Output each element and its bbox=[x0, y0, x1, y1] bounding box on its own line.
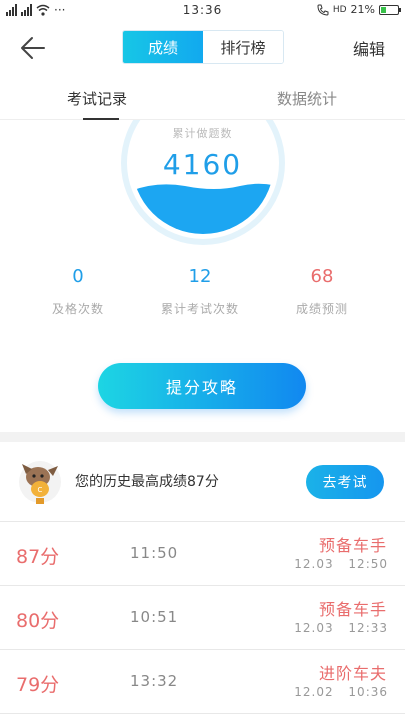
record-duration: 10:51 bbox=[130, 608, 179, 626]
svg-text:C: C bbox=[38, 486, 43, 494]
battery-icon bbox=[379, 4, 401, 15]
record-date: 12.03 12:50 bbox=[294, 557, 388, 571]
gauge-value: 4160 bbox=[162, 148, 243, 181]
status-right: HD 21% bbox=[317, 3, 401, 16]
mascot-avatar: C bbox=[19, 461, 61, 504]
record-rank: 预备车手 bbox=[318, 600, 387, 619]
back-arrow-icon bbox=[21, 37, 45, 59]
best-score-text: 您的历史最高成绩87分 bbox=[75, 474, 219, 490]
record-rank: 预备车手 bbox=[318, 536, 387, 555]
stat-value: 68 bbox=[310, 266, 334, 287]
stat-label: 累计考试次数 bbox=[160, 302, 239, 316]
exam-record-row[interactable]: 79分 13:32 进阶车夫 12.02 10:36 bbox=[0, 650, 405, 714]
stat-score-prediction: 68 成绩预测 bbox=[267, 262, 377, 317]
section-divider bbox=[0, 432, 405, 442]
stat-label: 成绩预测 bbox=[295, 302, 348, 316]
stats-row: 0 及格次数 12 累计考试次数 68 成绩预测 bbox=[0, 262, 405, 332]
progress-gauge: 累计做题数 4160 bbox=[0, 120, 405, 260]
tab-exam-records[interactable]: 考试记录 bbox=[67, 88, 127, 109]
tab-statistics[interactable]: 数据统计 bbox=[277, 88, 337, 109]
stat-label: 及格次数 bbox=[51, 302, 104, 316]
tab-ranking[interactable]: 排行榜 bbox=[203, 31, 283, 63]
exam-record-row[interactable]: 87分 11:50 预备车手 12.03 12:50 bbox=[0, 522, 405, 586]
status-bar: ··· 13:36 HD 21% bbox=[0, 0, 405, 22]
record-duration: 11:50 bbox=[130, 544, 179, 562]
gauge-label: 累计做题数 bbox=[172, 127, 233, 140]
header: 成绩 排行榜 编辑 bbox=[0, 22, 405, 74]
take-exam-button[interactable]: 去考试 bbox=[306, 465, 384, 499]
record-score: 80分 bbox=[16, 610, 60, 632]
exam-record-row[interactable]: 80分 10:51 预备车手 12.03 12:33 bbox=[0, 586, 405, 650]
record-rank: 进阶车夫 bbox=[318, 664, 387, 683]
network-label: HD bbox=[332, 4, 347, 15]
subtabs: 考试记录 数据统计 bbox=[0, 80, 405, 120]
best-score-row: C 您的历史最高成绩87分 去考试 bbox=[0, 442, 405, 522]
score-tips-button[interactable]: 提分攻略 bbox=[98, 363, 306, 409]
record-score: 79分 bbox=[16, 674, 60, 696]
record-duration: 13:32 bbox=[130, 672, 179, 690]
stat-value: 0 bbox=[72, 266, 84, 287]
segmented-control: 成绩 排行榜 bbox=[122, 30, 284, 64]
stat-pass-count: 0 及格次数 bbox=[23, 262, 133, 317]
stat-exam-count: 12 累计考试次数 bbox=[145, 262, 255, 317]
phone-icon bbox=[317, 4, 329, 16]
record-score: 87分 bbox=[16, 546, 60, 568]
record-date: 12.02 10:36 bbox=[294, 685, 388, 699]
edit-button[interactable]: 编辑 bbox=[353, 36, 385, 60]
tab-score[interactable]: 成绩 bbox=[123, 31, 203, 63]
gauge-graphic bbox=[121, 120, 285, 245]
back-button[interactable] bbox=[18, 34, 48, 62]
stat-value: 12 bbox=[188, 266, 212, 287]
record-date: 12.03 12:33 bbox=[294, 621, 388, 635]
battery-percent: 21% bbox=[350, 3, 375, 16]
